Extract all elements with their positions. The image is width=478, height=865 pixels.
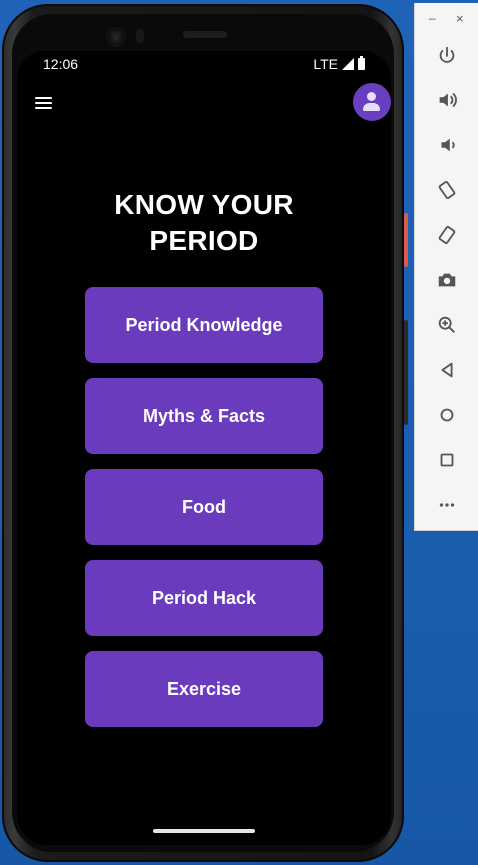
period-knowledge-button[interactable]: Period Knowledge	[85, 287, 323, 363]
camera-icon[interactable]	[436, 269, 458, 291]
status-time: 12:06	[43, 56, 79, 72]
rotate-right-icon[interactable]	[436, 224, 458, 246]
emulator-toolbar: – ×	[414, 3, 478, 531]
minimize-button[interactable]: –	[429, 11, 436, 25]
proximity-sensor	[136, 29, 144, 43]
home-indicator[interactable]	[153, 829, 255, 833]
close-button[interactable]: ×	[456, 11, 464, 26]
status-icons: LTE	[313, 56, 365, 72]
overview-icon[interactable]	[436, 449, 458, 471]
status-bar: 12:06 LTE	[17, 51, 391, 77]
profile-avatar-button[interactable]	[353, 83, 391, 121]
signal-icon	[342, 58, 354, 70]
hamburger-menu-icon[interactable]	[33, 93, 55, 111]
front-camera	[106, 27, 126, 47]
back-icon[interactable]	[436, 359, 458, 381]
battery-icon	[358, 56, 365, 70]
period-hack-button[interactable]: Period Hack	[85, 560, 323, 636]
rotate-left-icon[interactable]	[436, 179, 458, 201]
food-button[interactable]: Food	[85, 469, 323, 545]
power-icon[interactable]	[436, 45, 458, 67]
network-label: LTE	[313, 56, 338, 72]
app-screen: 12:06 LTE KNOW YOUR PERIOD Period Knowle…	[17, 51, 391, 845]
power-side-button	[404, 213, 408, 267]
person-icon	[367, 92, 376, 101]
volume-down-icon[interactable]	[436, 134, 458, 156]
myths-facts-button[interactable]: Myths & Facts	[85, 378, 323, 454]
volume-up-icon[interactable]	[436, 89, 458, 111]
home-icon[interactable]	[436, 404, 458, 426]
more-icon[interactable]	[436, 494, 458, 516]
page-title: KNOW YOUR PERIOD	[114, 189, 294, 256]
volume-side-button	[404, 320, 408, 425]
earpiece-speaker	[183, 31, 227, 38]
zoom-icon[interactable]	[436, 314, 458, 336]
exercise-button[interactable]: Exercise	[85, 651, 323, 727]
